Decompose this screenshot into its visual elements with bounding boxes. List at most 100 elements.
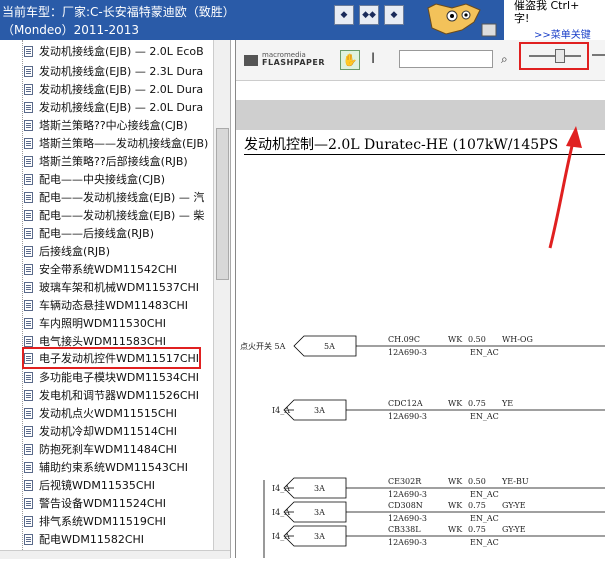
tree-item[interactable]: 警告设备WDM11524CHI <box>24 494 166 512</box>
text-select-icon[interactable]: I <box>371 51 375 67</box>
tree-item[interactable]: 车辆动态悬挂WDM11483CHI <box>24 296 188 314</box>
vehicle-title-line2: （Mondeo）2011-2013 <box>2 23 140 37</box>
tree-item-label: 配电WDM11582CHI <box>39 533 145 546</box>
wire-ref: 12A690-3 <box>388 514 427 523</box>
hand-tool-icon[interactable]: ✋ <box>340 50 360 70</box>
tree-scroll-thumb[interactable] <box>216 128 229 280</box>
tree-item-label: 车内照明WDM11530CHI <box>39 317 167 330</box>
menu-shortcut-link[interactable]: >>菜单关键 <box>534 26 591 41</box>
tree-item-label: 发电机和调节器WDM11526CHI <box>39 389 200 402</box>
tree-item[interactable]: 配电WDM11582CHI <box>24 530 144 548</box>
document-icon <box>24 515 33 527</box>
topic-tree-panel: 发动机接线盒(EJB) — 2.0L EcoB 发动机接线盒(EJB) — 2.3… <box>0 40 231 559</box>
flashpaper-logo: macromedia FLASHPAPER <box>242 51 338 70</box>
tree-item-label: 电子发动机控件WDM11517CHI <box>39 350 200 366</box>
tree-item-label: 配电——中央接线盒(CJB) <box>39 173 166 186</box>
tree-item-label: 警告设备WDM11524CHI <box>39 497 167 510</box>
tree-item[interactable]: 排气系统WDM11519CHI <box>24 512 166 530</box>
tree-item[interactable]: 发动机接线盒(EJB) — 2.3L Dura <box>24 62 203 80</box>
last-page-button[interactable]: ◆ <box>384 5 404 25</box>
document-icon <box>24 119 33 131</box>
wire-pin: EN_AC <box>470 514 499 523</box>
tree-item[interactable]: 塔斯兰策略——发动机接线盒(EJB) <box>24 134 208 152</box>
document-icon <box>24 479 33 491</box>
zoom-slider[interactable] <box>519 42 589 70</box>
tree-item-label: 安全带系统WDM11542CHI <box>39 263 178 276</box>
tree-item[interactable]: 发动机点火WDM11515CHI <box>24 404 177 422</box>
document-icon <box>24 407 33 419</box>
tree-item-label: 塔斯兰策略??中心接线盒(CJB) <box>39 119 188 132</box>
tree-item[interactable]: 玻璃车架和机械WDM11537CHI <box>24 278 199 296</box>
tree-item-label: 后视镜WDM11535CHI <box>39 479 156 492</box>
prev-next-button[interactable]: ◆◆ <box>359 5 379 25</box>
search-icon[interactable]: ⌕ <box>501 52 508 67</box>
tree-item-label: 配电——后接线盒(RJB) <box>39 227 155 240</box>
tree-item[interactable]: 发动机接线盒(EJB) — 2.0L EcoB <box>24 42 204 60</box>
tree-item-label: 发动机接线盒(EJB) — 2.0L EcoB <box>39 45 204 58</box>
tree-item[interactable]: 发电机和调节器WDM11526CHI <box>24 386 199 404</box>
wire-code: CDC12A <box>388 399 423 408</box>
shortcut-notice: 催盗我 Ctrl+ 字! >>菜单关键 <box>502 0 605 41</box>
tree-item[interactable]: 发动机接线盒(EJB) — 2.0L Dura <box>24 98 203 116</box>
vehicle-title-line1: 当前车型：厂家:C-长安福特蒙迪欧（致胜） <box>2 5 235 19</box>
tree-item[interactable]: 配电——发动机接线盒(EJB) — 柴 <box>24 206 204 224</box>
tree-item[interactable]: 塔斯兰策略??后部接线盒(RJB) <box>24 152 188 170</box>
wire-type: WK <box>448 525 463 534</box>
wire-pin: EN_AC <box>470 412 499 421</box>
wire-pin: EN_AC <box>470 348 499 357</box>
tree-item-label: 发动机接线盒(EJB) — 2.3L Dura <box>39 65 204 78</box>
tree-item-label: 防抱死刹车WDM11484CHI <box>39 443 178 456</box>
tree-item[interactable]: 多功能电子模块WDM11534CHI <box>24 368 199 386</box>
tree-item-label: 塔斯兰策略??后部接线盒(RJB) <box>39 155 188 168</box>
wire-ref: 12A690-3 <box>388 538 427 547</box>
document-icon <box>24 371 33 383</box>
tree-item[interactable]: 后视镜WDM11535CHI <box>24 476 155 494</box>
tree-item[interactable]: 安全带系统WDM11542CHI <box>24 260 177 278</box>
tree-item[interactable]: 塔斯兰策略??中心接线盒(CJB) <box>24 116 188 134</box>
tree-vertical-scrollbar[interactable] <box>213 40 230 550</box>
document-icon <box>24 461 33 473</box>
wire-color: YE <box>501 399 513 408</box>
wire-ref: 12A690-3 <box>388 348 427 357</box>
connector-tag: 3A <box>314 508 325 517</box>
wire-type: WK <box>448 335 463 344</box>
tree-item-label: 发动机冷却WDM11514CHI <box>39 425 178 438</box>
zoom-thumb[interactable] <box>555 49 566 63</box>
zoom-track-end <box>592 54 605 56</box>
tree-item[interactable]: 配电——中央接线盒(CJB) <box>24 170 165 188</box>
macromedia-logo-icon <box>244 55 258 66</box>
wire-ref: 12A690-3 <box>388 412 427 421</box>
tree-item-selected[interactable]: 电子发动机控件WDM11517CHI <box>21 347 202 369</box>
document-icon <box>24 281 33 293</box>
wire-gauge: 0.75 <box>468 399 486 408</box>
document-icon <box>24 65 33 77</box>
tree-item[interactable]: 防抱死刹车WDM11484CHI <box>24 440 177 458</box>
tree-item-label: 玻璃车架和机械WDM11537CHI <box>39 281 200 294</box>
wire-color: GY-YE <box>502 501 526 510</box>
wire-code: CD308N <box>388 501 423 510</box>
tree-item[interactable]: 后接线盒(RJB) <box>24 242 110 260</box>
document-icon <box>24 317 33 329</box>
schematic-wire: 3A CDC12A 12A690-3 WK 0.75 YEEN_AC I4_A <box>272 399 605 421</box>
tree-item[interactable]: 车内照明WDM11530CHI <box>24 314 166 332</box>
document-icon <box>24 191 33 203</box>
wire-code: CE302R <box>388 477 422 486</box>
wire-type: WK <box>448 477 463 486</box>
tree-item[interactable]: 配电——发动机接线盒(EJB) — 汽 <box>24 188 204 206</box>
find-input[interactable] <box>399 50 493 68</box>
topic-tree: 发动机接线盒(EJB) — 2.0L EcoB 发动机接线盒(EJB) — 2.3… <box>0 40 213 550</box>
first-page-button[interactable]: ◆ <box>334 5 354 25</box>
schematic-wire: 3A CE302R 12A690-3 WK 0.50 YE-BUEN_AC I4_A <box>272 477 605 499</box>
tree-item[interactable]: 电气接头WDM11583CHI <box>24 332 166 350</box>
wire-gauge: 0.75 <box>468 501 486 510</box>
tree-item-label: 配电——发动机接线盒(EJB) — 柴 <box>39 209 205 222</box>
tree-item[interactable]: 发动机接线盒(EJB) — 2.0L Dura <box>24 80 203 98</box>
tree-item[interactable]: 配电——后接线盒(RJB) <box>24 224 154 242</box>
wire-code: CB338L <box>388 525 421 534</box>
tree-item[interactable]: 辅助约束系统WDM11543CHI <box>24 458 188 476</box>
tree-item-label: 发动机接线盒(EJB) — 2.0L Dura <box>39 83 204 96</box>
document-icon <box>24 389 33 401</box>
wire-type: WK <box>448 501 463 510</box>
logo-flashpaper-text: FLASHPAPER <box>262 58 326 67</box>
tree-item[interactable]: 发动机冷却WDM11514CHI <box>24 422 177 440</box>
